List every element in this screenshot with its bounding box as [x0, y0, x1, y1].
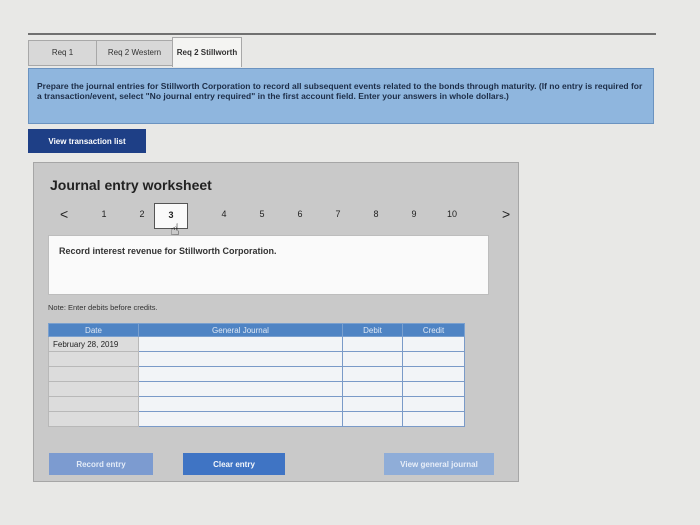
page-5[interactable]: 5: [254, 209, 270, 219]
debit-input[interactable]: [342, 411, 403, 427]
table-row: [48, 381, 465, 397]
date-cell[interactable]: [48, 381, 139, 397]
clear-entry-button[interactable]: Clear entry: [183, 453, 285, 475]
table-row: [48, 366, 465, 382]
date-cell[interactable]: [48, 396, 139, 412]
credit-input[interactable]: [402, 351, 465, 367]
date-cell[interactable]: [48, 411, 139, 427]
debit-input[interactable]: [342, 396, 403, 412]
table-header-row: Date General Journal Debit Credit: [48, 323, 465, 337]
debit-input[interactable]: [342, 366, 403, 382]
transaction-pager: < 1 2 3 4 5 6 7 8 9 10 >: [50, 203, 510, 229]
page-1[interactable]: 1: [96, 209, 112, 219]
account-input[interactable]: [138, 411, 343, 427]
credit-input[interactable]: [402, 396, 465, 412]
date-cell[interactable]: [48, 366, 139, 382]
account-input[interactable]: [138, 336, 343, 352]
page-9[interactable]: 9: [406, 209, 422, 219]
worksheet-title: Journal entry worksheet: [50, 177, 212, 193]
debits-credits-note: Note: Enter debits before credits.: [48, 303, 158, 312]
debit-input[interactable]: [342, 336, 403, 352]
requirement-tabs: Req 1 Req 2 Western Req 2 Stillworth: [28, 37, 242, 67]
date-column-header: Date: [48, 323, 139, 337]
credit-input[interactable]: [402, 336, 465, 352]
account-input[interactable]: [138, 381, 343, 397]
table-row: [48, 396, 465, 412]
debit-input[interactable]: [342, 381, 403, 397]
instructions-panel: Prepare the journal entries for Stillwor…: [28, 68, 654, 124]
page-6[interactable]: 6: [292, 209, 308, 219]
credit-column-header: Credit: [402, 323, 465, 337]
top-divider: [28, 33, 656, 35]
table-row: February 28, 2019: [48, 336, 465, 352]
date-cell[interactable]: [48, 351, 139, 367]
table-row: [48, 351, 465, 367]
tab-req-2-western[interactable]: Req 2 Western: [96, 40, 172, 66]
debit-column-header: Debit: [342, 323, 403, 337]
credit-input[interactable]: [402, 366, 465, 382]
view-general-journal-button[interactable]: View general journal: [384, 453, 494, 475]
page-7[interactable]: 7: [330, 209, 346, 219]
page-2[interactable]: 2: [134, 209, 150, 219]
debit-input[interactable]: [342, 351, 403, 367]
record-entry-button[interactable]: Record entry: [49, 453, 153, 475]
prev-arrow-icon[interactable]: <: [60, 206, 68, 222]
view-transaction-list-button[interactable]: View transaction list: [28, 129, 146, 153]
next-arrow-icon[interactable]: >: [502, 206, 510, 222]
journal-entry-table: Date General Journal Debit Credit Februa…: [48, 323, 465, 427]
account-input[interactable]: [138, 396, 343, 412]
table-row: [48, 411, 465, 427]
tab-req-2-stillworth[interactable]: Req 2 Stillworth: [172, 37, 242, 67]
page-10[interactable]: 10: [444, 209, 460, 219]
credit-input[interactable]: [402, 381, 465, 397]
date-cell[interactable]: February 28, 2019: [48, 336, 139, 352]
transaction-description: Record interest revenue for Stillworth C…: [48, 235, 489, 295]
page-4[interactable]: 4: [216, 209, 232, 219]
account-input[interactable]: [138, 366, 343, 382]
journal-entry-worksheet: Journal entry worksheet < 1 2 3 4 5 6 7 …: [33, 162, 519, 482]
page-8[interactable]: 8: [368, 209, 384, 219]
account-input[interactable]: [138, 351, 343, 367]
tab-req-1[interactable]: Req 1: [28, 40, 96, 66]
credit-input[interactable]: [402, 411, 465, 427]
general-journal-column-header: General Journal: [138, 323, 343, 337]
